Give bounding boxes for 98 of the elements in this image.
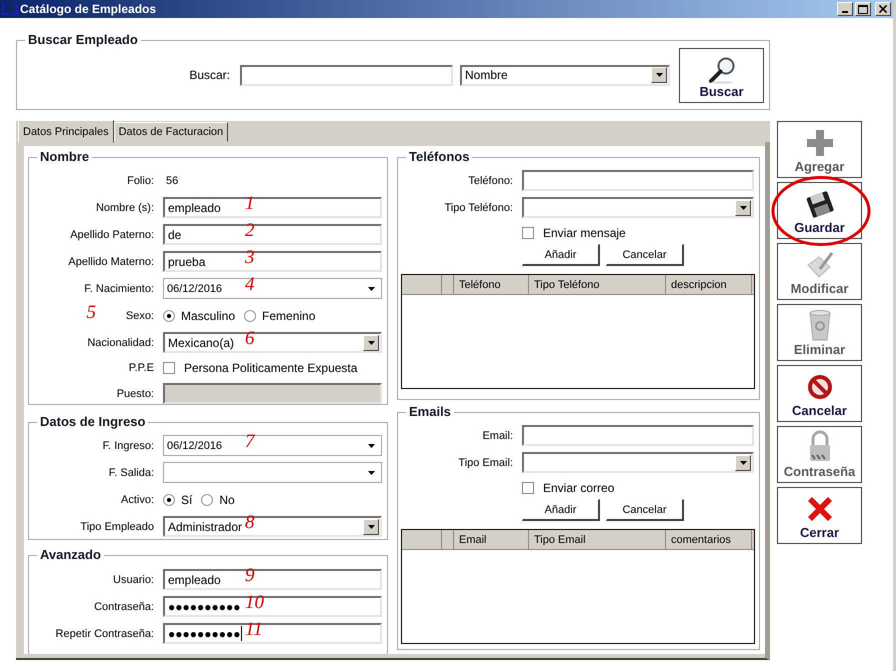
checkbox-option[interactable]: Enviar correo xyxy=(522,481,754,495)
field-label: Folio: xyxy=(127,174,154,186)
annotation-number: 6 xyxy=(245,329,254,348)
field-label: Nacionalidad: xyxy=(87,336,154,348)
checkbox[interactable] xyxy=(522,482,534,494)
field-label: Teléfono: xyxy=(468,174,513,186)
dropdown-field[interactable]: Nombre xyxy=(460,64,670,86)
annotation-number: 3 xyxy=(245,248,254,267)
group-title: Emails xyxy=(406,404,454,419)
caret-icon xyxy=(368,444,375,448)
column-header[interactable]: Email xyxy=(454,530,529,549)
app-icon xyxy=(2,3,18,15)
annotation-number: 5 xyxy=(86,302,96,322)
search-field[interactable] xyxy=(240,64,453,86)
tab[interactable]: Datos Principales xyxy=(18,120,114,143)
minimize-button[interactable] xyxy=(837,2,853,16)
annotation-number: 10 xyxy=(245,593,264,612)
input-field[interactable] xyxy=(522,170,754,191)
close-icon xyxy=(879,5,887,13)
column-header[interactable]: descripcion xyxy=(666,275,752,294)
field-label: Repetir Contraseña: xyxy=(56,628,154,640)
annotation-number: 1 xyxy=(245,194,254,213)
action-button[interactable]: Cancelar xyxy=(777,365,862,422)
annotation-number: 9 xyxy=(245,566,254,585)
caret-icon xyxy=(368,524,374,528)
column-header[interactable]: Tipo Teléfono xyxy=(529,275,666,294)
field-label: Usuario: xyxy=(113,574,154,586)
radio-button[interactable] xyxy=(201,494,214,506)
field-label: Nombre (s): xyxy=(96,202,154,214)
field-label: P.P.E xyxy=(128,362,154,374)
group-title: Avanzado xyxy=(37,547,104,562)
maximize-button[interactable] xyxy=(855,2,871,16)
action-button[interactable]: Guardar xyxy=(777,182,862,239)
checkbox[interactable] xyxy=(163,362,175,374)
field-label: Tipo Email: xyxy=(458,456,513,468)
field-label: Buscar: xyxy=(189,68,230,82)
dropdown-button[interactable] xyxy=(651,67,667,83)
dropdown-button[interactable] xyxy=(735,454,751,470)
field-value: 56 xyxy=(165,174,180,186)
push-button[interactable]: Cancelar xyxy=(606,244,684,266)
push-button[interactable]: Añadir xyxy=(522,499,600,521)
column-header[interactable]: comentarios xyxy=(666,530,752,549)
dropdown-button[interactable] xyxy=(735,200,751,216)
group-title: Nombre xyxy=(37,149,92,164)
field-label: Tipo Teléfono: xyxy=(444,202,513,214)
radio-option[interactable]: No xyxy=(201,492,235,506)
push-button[interactable]: Cancelar xyxy=(606,499,684,521)
caret-icon xyxy=(740,206,746,210)
field-label: Contraseña: xyxy=(94,600,154,612)
annotation-number: 2 xyxy=(245,221,254,240)
caret-icon xyxy=(368,470,375,474)
field-label: Sexo: xyxy=(126,310,154,322)
annotation-number: 11 xyxy=(245,620,263,639)
search-icon xyxy=(706,56,736,84)
caret-icon xyxy=(368,340,374,344)
field-label: Apellido Materno: xyxy=(68,256,154,268)
window-title: Catálogo de Empleados xyxy=(20,2,158,16)
input-field[interactable] xyxy=(522,425,754,446)
radio-option[interactable]: Sí xyxy=(163,492,192,506)
dropdown-field[interactable] xyxy=(522,452,754,473)
pencil-paper-icon xyxy=(804,250,834,280)
annotation-number: 4 xyxy=(245,275,254,294)
field-label: Puesto: xyxy=(116,388,154,400)
maximize-icon xyxy=(858,4,868,14)
search-button[interactable]: Buscar xyxy=(679,48,764,102)
dropdown-field[interactable] xyxy=(522,197,754,218)
push-button[interactable]: Añadir xyxy=(522,244,600,266)
checkbox[interactable] xyxy=(522,227,534,239)
field-label: F. Ingreso: xyxy=(102,440,154,452)
caret-icon xyxy=(656,73,662,77)
checkbox-option[interactable]: Persona Politicamente Expuesta xyxy=(163,361,382,375)
field-label: Tipo Empleado xyxy=(80,520,154,532)
column-header[interactable]: Tipo Email xyxy=(529,530,666,549)
field-label: Email: xyxy=(482,430,513,442)
group-title: Teléfonos xyxy=(406,149,472,164)
caret-icon xyxy=(740,460,746,464)
radio-button[interactable] xyxy=(163,310,175,322)
radio-option[interactable]: Femenino xyxy=(244,308,316,322)
dropdown-button[interactable] xyxy=(363,334,379,350)
annotation-number: 8 xyxy=(245,513,254,532)
group-title: Buscar Empleado xyxy=(25,32,141,47)
field-label: Apellido Paterno: xyxy=(70,228,154,240)
dropdown-button[interactable] xyxy=(363,518,379,534)
column-header[interactable]: Teléfono xyxy=(454,275,529,294)
group-title: Datos de Ingreso xyxy=(37,414,148,429)
action-button[interactable]: Cerrar xyxy=(777,487,862,544)
radio-button[interactable] xyxy=(244,310,256,322)
radio-option[interactable]: Masculino xyxy=(163,308,236,322)
field-label: F. Salida: xyxy=(108,466,154,478)
close-button[interactable] xyxy=(875,2,891,16)
caret-icon xyxy=(368,286,375,290)
field-label: Activo: xyxy=(120,494,154,506)
tab[interactable]: Datos de Facturacion xyxy=(114,122,228,142)
radio-button[interactable] xyxy=(163,494,175,506)
plus-icon xyxy=(804,128,834,158)
annotation-number: 7 xyxy=(245,432,254,451)
checkbox-option[interactable]: Enviar mensaje xyxy=(522,226,754,240)
field-label: F. Nacimiento: xyxy=(84,282,154,294)
